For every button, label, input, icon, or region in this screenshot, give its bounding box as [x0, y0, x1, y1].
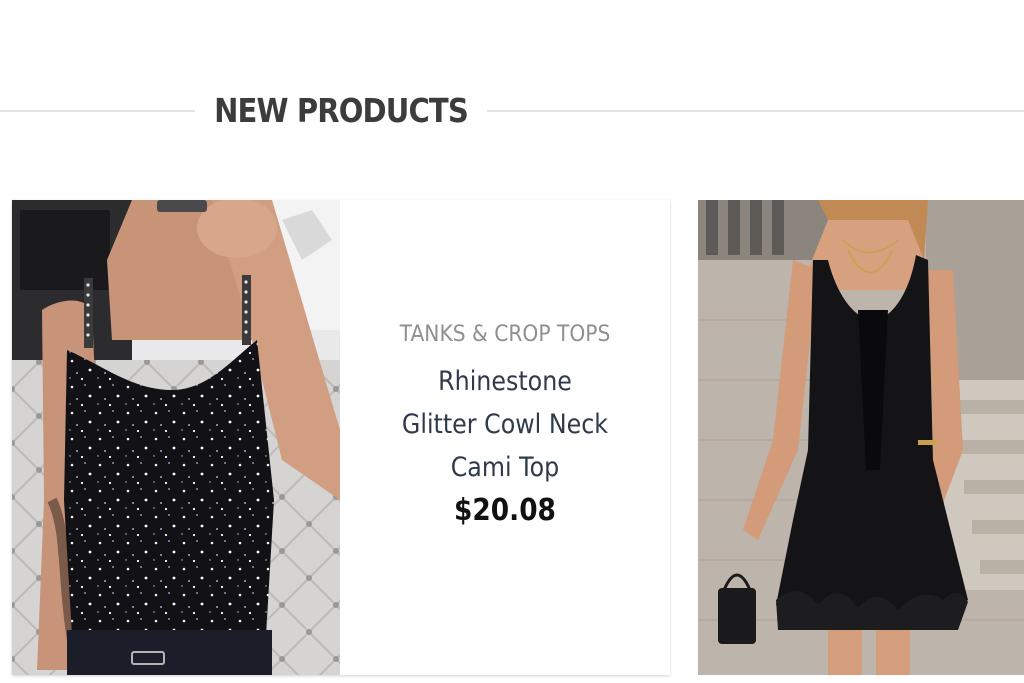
black-glitter-cami-photo: [12, 200, 340, 675]
section-title: NEW PRODUCTS: [214, 91, 469, 130]
black-ruffle-dress-photo[interactable]: [698, 200, 1024, 675]
product-title-link[interactable]: Rhinestone Glitter Cowl Neck Cami Top: [399, 360, 610, 489]
product-card[interactable]: [698, 200, 1024, 675]
product-card[interactable]: TANKS & CROP TOPS Rhinestone Glitter Cow…: [12, 200, 670, 675]
product-info: TANKS & CROP TOPS Rhinestone Glitter Cow…: [340, 200, 670, 675]
product-price: $20.08: [454, 493, 556, 528]
section-header: NEW PRODUCTS: [0, 88, 1024, 134]
divider-left: [0, 110, 195, 112]
product-image[interactable]: [12, 200, 340, 675]
product-category-link[interactable]: TANKS & CROP TOPS: [353, 322, 657, 347]
divider-right: [487, 110, 1024, 112]
